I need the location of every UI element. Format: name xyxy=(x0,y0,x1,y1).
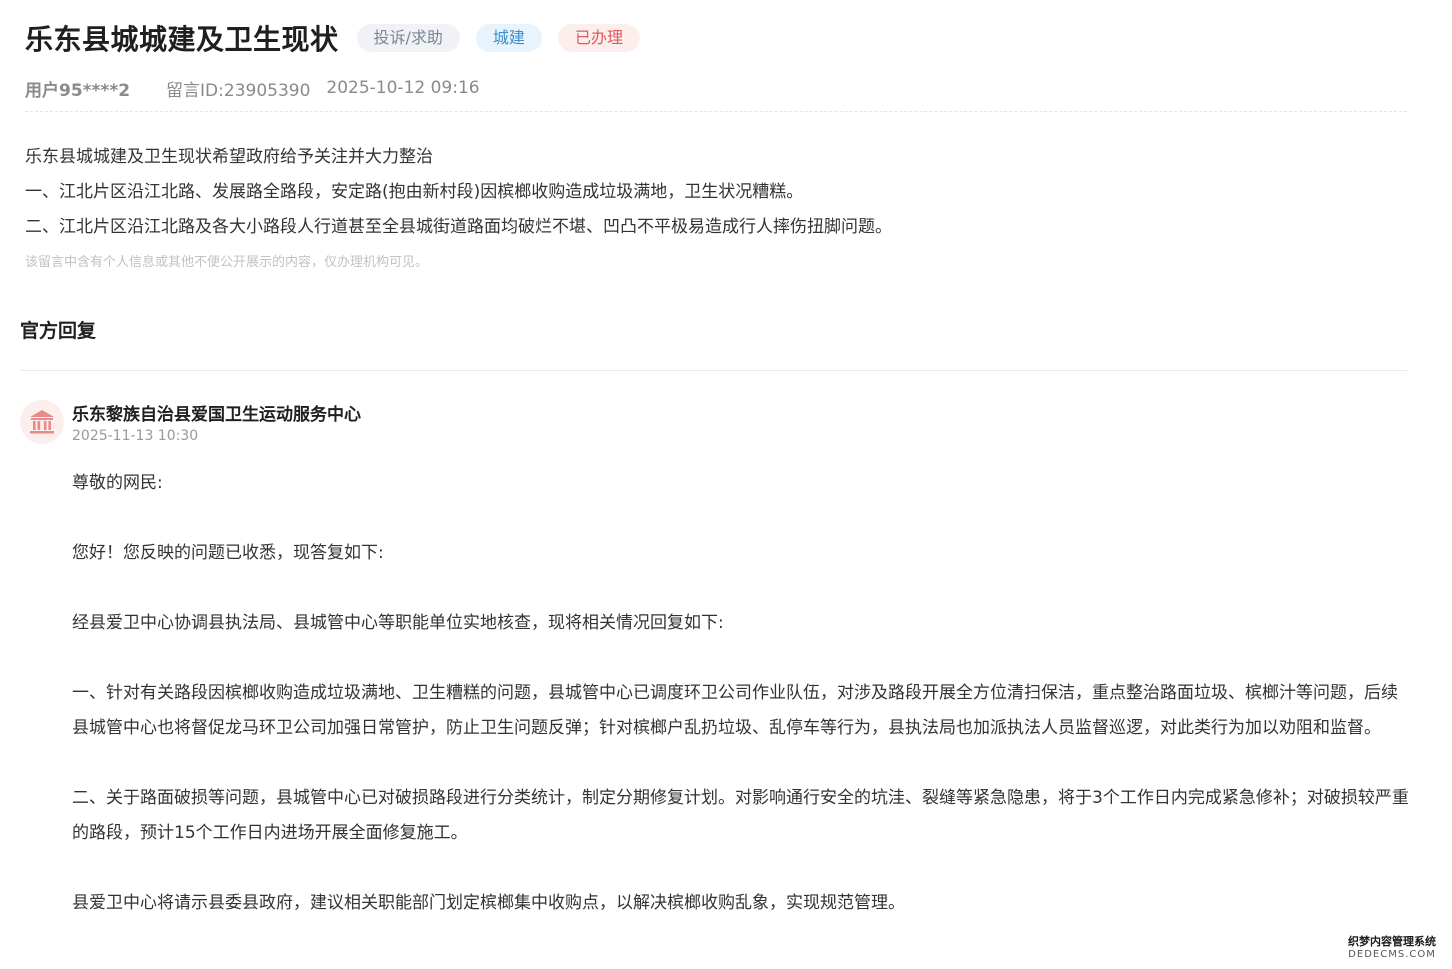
watermark-text: 织梦内容管理系统 xyxy=(1348,935,1436,948)
privacy-note: 该留言中含有个人信息或其他不便公开展示的内容，仅办理机构可见。 xyxy=(25,255,429,270)
status-badge: 已办理 xyxy=(557,24,640,52)
reply-section-title: 官方回复 xyxy=(20,320,97,342)
message-line: 一、江北片区沿江北路、发展路全路段，安定路(抱由新村段)因槟榔收购造成垃圾满地，… xyxy=(25,182,804,202)
reply-divider xyxy=(20,370,1407,371)
meta-row: 用户95****2 留言ID:23905390 2025-10-12 09:16 xyxy=(25,76,480,101)
reply-paragraph: 一、针对有关路段因槟榔收购造成垃圾满地、卫生糟糕的问题，县城管中心已调度环卫公司… xyxy=(72,683,1398,738)
reply-paragraph: 县爱卫中心将请示县委县政府，建议相关职能部门划定槟榔集中收购点，以解决槟榔收购乱… xyxy=(72,893,905,913)
message-datetime: 2025-10-12 09:16 xyxy=(326,78,480,98)
complaint-detail-page: 乐东县城城建及卫生现状 投诉/求助 城建 已办理 用户95****2 留言ID:… xyxy=(0,0,1452,969)
message-line: 二、江北片区沿江北路及各大小路段人行道甚至全县城街道路面均破烂不堪、凹凸不平极易… xyxy=(25,217,892,237)
category-tag: 城建 xyxy=(475,24,542,52)
watermark: 织梦内容管理系统 DEDECMS.COM xyxy=(1342,935,1442,961)
page-title: 乐东县城城建及卫生现状 xyxy=(25,23,339,56)
reply-paragraph: 您好！您反映的问题已收悉，现答复如下: xyxy=(72,543,384,563)
org-name: 乐东黎族自治县爱国卫生运动服务中心 xyxy=(72,405,361,425)
message-line: 乐东县城城建及卫生现状希望政府给予关注并大力整治 xyxy=(25,147,433,167)
watermark-domain: DEDECMS.COM xyxy=(1348,949,1436,960)
org-avatar xyxy=(20,400,64,444)
type-tag: 投诉/求助 xyxy=(356,24,460,52)
message-content: 乐东县城城建及卫生现状希望政府给予关注并大力整治 一、江北片区沿江北路、发展路全… xyxy=(25,140,1415,245)
reply-paragraph: 尊敬的网民: xyxy=(72,473,163,493)
government-building-icon xyxy=(30,410,54,434)
user-name: 用户95****2 xyxy=(25,80,131,101)
reply-datetime: 2025-11-13 10:30 xyxy=(72,428,199,444)
reply-paragraph: 二、关于路面破损等问题，县城管中心已对破损路段进行分类统计，制定分期修复计划。对… xyxy=(72,788,1409,843)
title-row: 乐东县城城建及卫生现状 投诉/求助 城建 已办理 xyxy=(25,16,656,60)
reply-content: 尊敬的网民: 您好！您反映的问题已收悉，现答复如下: 经县爱卫中心协调县执法局、… xyxy=(72,466,1412,921)
header-divider xyxy=(25,111,1407,112)
reply-paragraph: 经县爱卫中心协调县执法局、县城管中心等职能单位实地核查，现将相关情况回复如下: xyxy=(72,613,724,633)
message-id: 留言ID:23905390 xyxy=(166,80,311,101)
